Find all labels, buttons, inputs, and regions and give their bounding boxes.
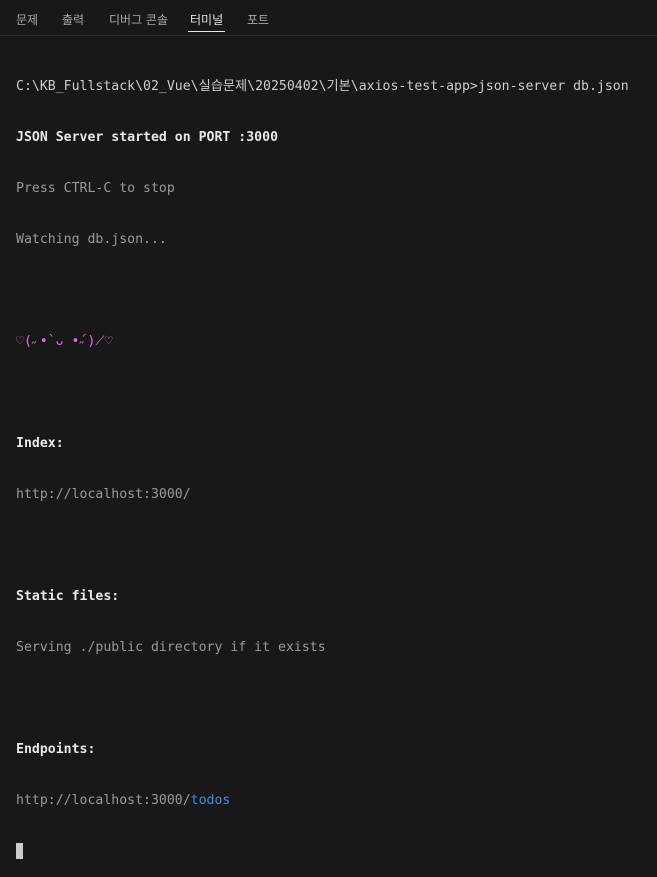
- cursor-line: [16, 843, 646, 860]
- endpoint-path: todos: [190, 793, 231, 808]
- tab-output[interactable]: 출력: [62, 11, 84, 28]
- endpoint-url[interactable]: http://localhost:3000/todos: [16, 792, 646, 809]
- tab-debug-console[interactable]: 디버그 콘솔: [109, 11, 168, 28]
- server-started-line: JSON Server started on PORT :3000: [16, 130, 279, 145]
- watching-line: Watching db.json...: [16, 232, 167, 247]
- endpoints-label: Endpoints:: [16, 742, 96, 757]
- tab-ports[interactable]: 포트: [247, 11, 269, 28]
- kaomoji-line: ♡(˶•̀ ᴗ •́˶)⟋♡: [16, 334, 113, 349]
- endpoint-base-url: http://localhost:3000/: [16, 793, 191, 808]
- index-url[interactable]: http://localhost:3000/: [16, 486, 646, 503]
- tab-problems[interactable]: 문제: [16, 11, 38, 28]
- tab-terminal[interactable]: 터미널: [187, 11, 226, 32]
- static-files-text: Serving ./public directory if it exists: [16, 640, 326, 655]
- terminal-output[interactable]: C:\KB_Fullstack\02_Vue\실습문제\20250402\기본\…: [16, 44, 646, 859]
- static-files-label: Static files:: [16, 589, 120, 604]
- command-line: C:\KB_Fullstack\02_Vue\실습문제\20250402\기본\…: [16, 79, 629, 94]
- terminal-cursor: [16, 843, 23, 859]
- stop-hint-line: Press CTRL-C to stop: [16, 181, 175, 196]
- panel-tab-bar: 문제 출력 디버그 콘솔 터미널 포트: [0, 0, 657, 36]
- index-label: Index:: [16, 436, 64, 451]
